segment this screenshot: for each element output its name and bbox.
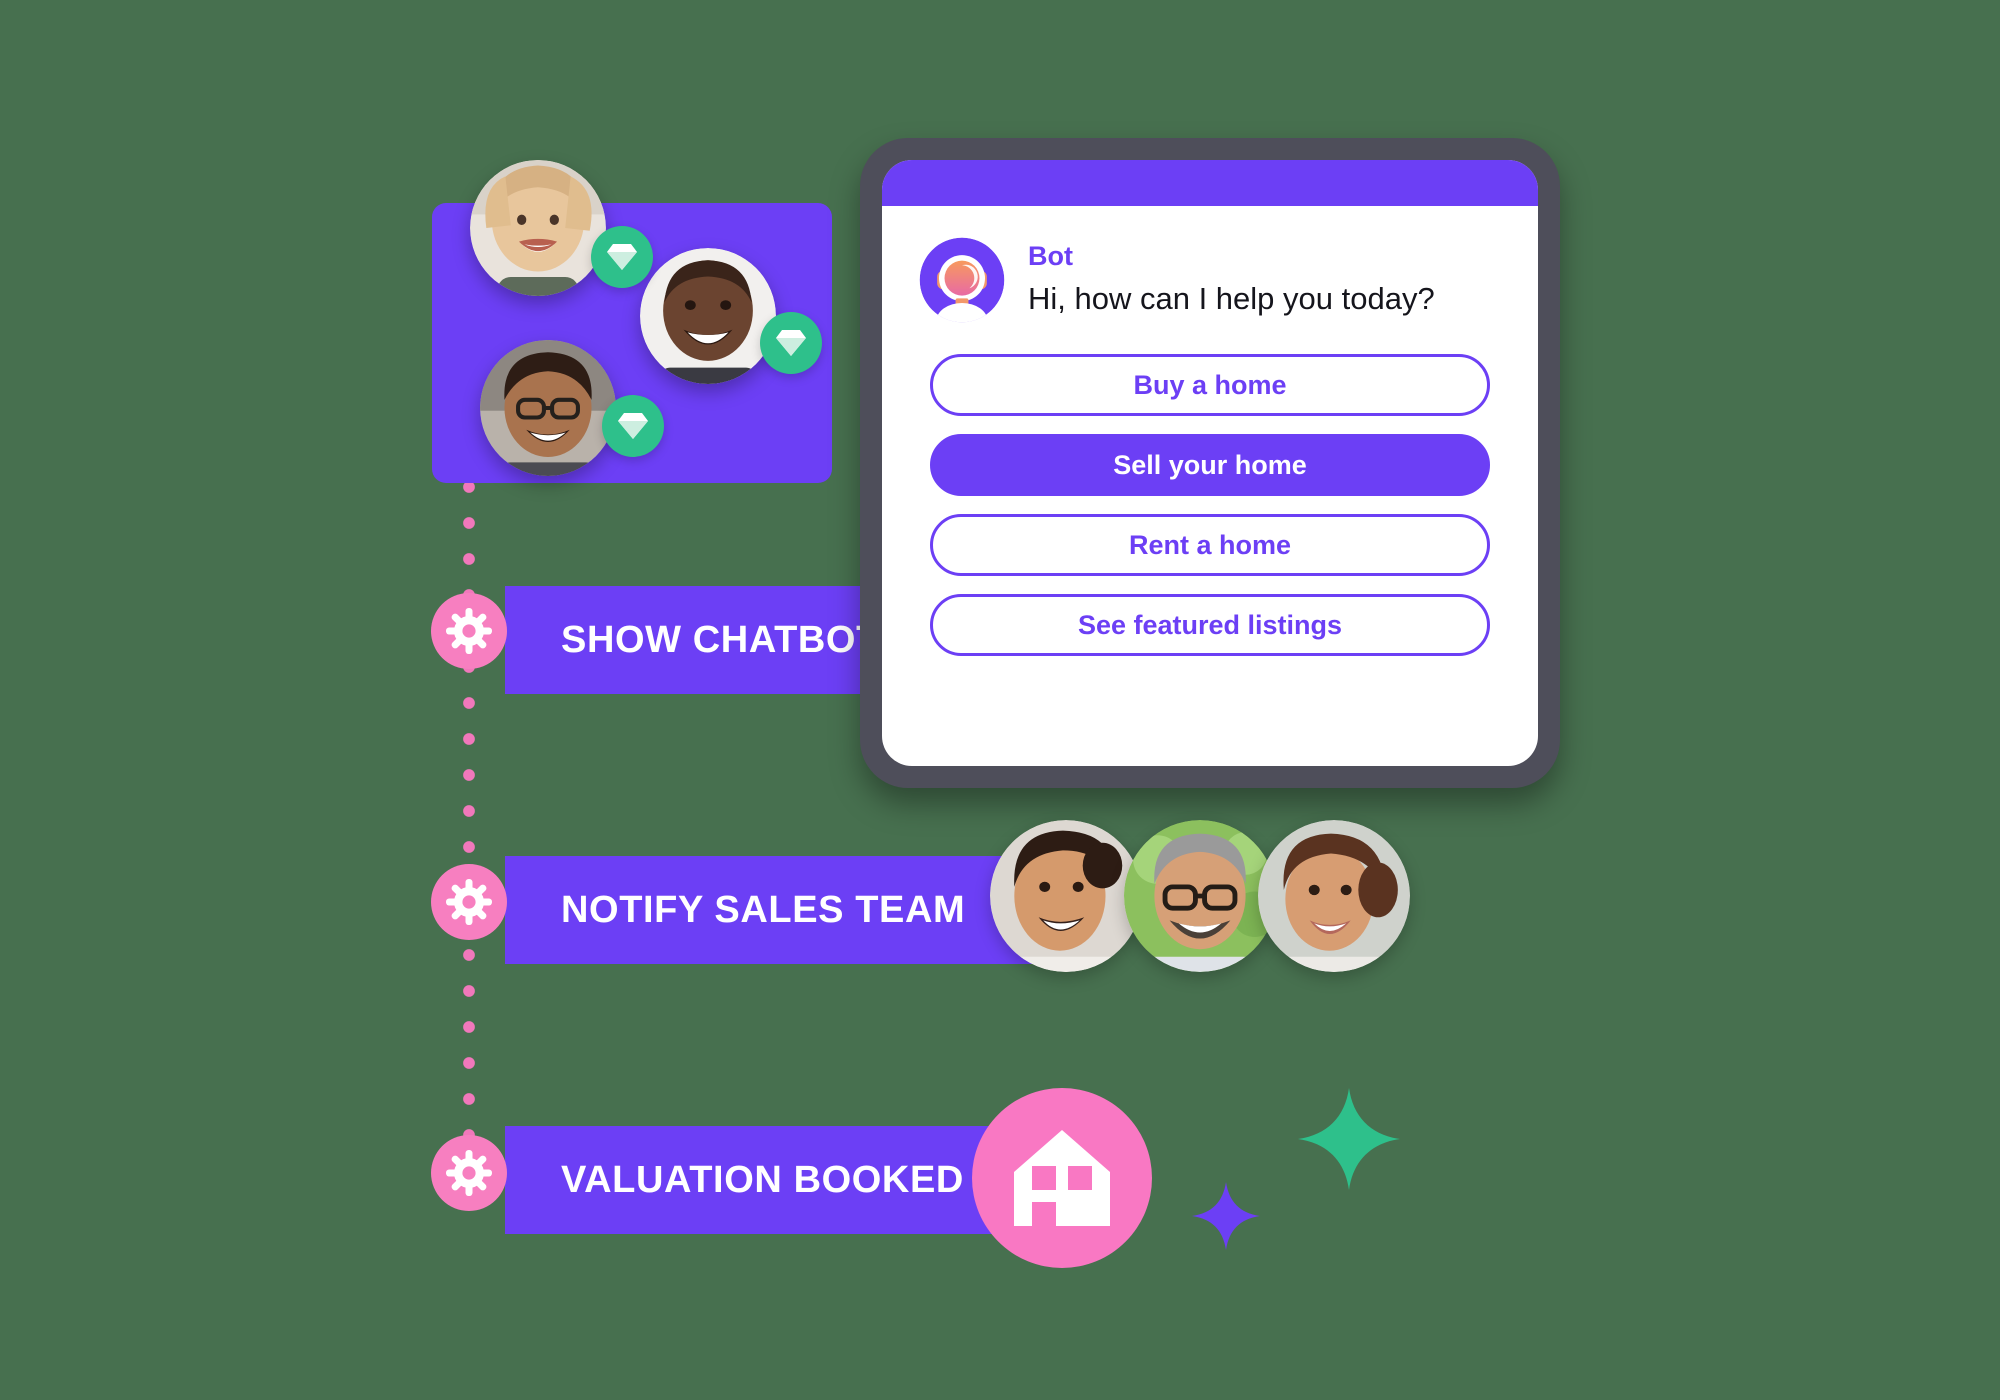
workflow-dotted-connector <box>462 480 476 1180</box>
chat-choice-see-featured-listings[interactable]: See featured listings <box>930 594 1490 656</box>
chat-device-frame: Bot Hi, how can I help you today? Buy a … <box>860 138 1560 788</box>
bot-text-block: Bot Hi, how can I help you today? <box>1028 234 1435 320</box>
short-curly-hair-woman-avatar <box>1258 820 1410 972</box>
illustration-stage: SHOW CHATBOT NOTIFY SALES TEAM VALUATION… <box>0 0 2000 1400</box>
avatar <box>1258 820 1410 972</box>
gem-diamond-badge <box>760 312 822 374</box>
man-with-glasses-avatar <box>480 340 616 476</box>
gem-diamond-badge <box>591 226 653 288</box>
smiling-man-avatar <box>640 248 776 384</box>
workflow-step-label: SHOW CHATBOT <box>561 618 880 661</box>
sparkle-decoration <box>1190 1180 1262 1257</box>
sparkle-icon <box>1192 1182 1260 1250</box>
gear-badge[interactable] <box>431 864 507 940</box>
chat-choice-rent-a-home[interactable]: Rent a home <box>930 514 1490 576</box>
bot-message-header: Bot Hi, how can I help you today? <box>916 234 1504 326</box>
bearded-man-glasses-avatar <box>1124 820 1276 972</box>
chat-topbar <box>882 160 1538 206</box>
gem-diamond-icon <box>776 330 806 356</box>
gear-icon <box>446 1150 492 1196</box>
chat-body: Bot Hi, how can I help you today? Buy a … <box>882 206 1538 656</box>
valuation-house-badge <box>972 1088 1152 1268</box>
sparkle-icon <box>1298 1088 1400 1190</box>
curly-hair-woman-avatar <box>990 820 1142 972</box>
chat-quick-replies: Buy a home Sell your home Rent a home Se… <box>916 354 1504 656</box>
gear-icon <box>446 879 492 925</box>
gem-diamond-icon <box>607 244 637 270</box>
avatar <box>640 248 776 384</box>
gem-diamond-icon <box>618 413 648 439</box>
bot-headset-avatar-icon <box>919 237 1005 323</box>
bot-name: Bot <box>1028 241 1073 271</box>
workflow-step-label: VALUATION BOOKED <box>561 1158 964 1201</box>
house-icon <box>1014 1130 1110 1228</box>
chat-choice-buy-a-home[interactable]: Buy a home <box>930 354 1490 416</box>
chat-screen: Bot Hi, how can I help you today? Buy a … <box>882 160 1538 766</box>
gear-badge[interactable] <box>431 593 507 669</box>
sales-team-avatars <box>990 820 1410 972</box>
chat-choice-sell-your-home[interactable]: Sell your home <box>930 434 1490 496</box>
gear-icon <box>446 608 492 654</box>
avatar <box>990 820 1142 972</box>
gear-badge[interactable] <box>431 1135 507 1211</box>
workflow-step-notify-sales-team[interactable]: NOTIFY SALES TEAM <box>505 856 1053 964</box>
workflow-step-show-chatbot[interactable]: SHOW CHATBOT <box>505 586 905 694</box>
avatar <box>480 340 616 476</box>
bot-message: Hi, how can I help you today? <box>1028 280 1435 316</box>
blonde-woman-avatar <box>470 160 606 296</box>
avatar <box>470 160 606 296</box>
workflow-step-valuation-booked[interactable]: VALUATION BOOKED <box>505 1126 1025 1234</box>
workflow-step-label: NOTIFY SALES TEAM <box>561 888 966 931</box>
avatar <box>1124 820 1276 972</box>
sparkle-decoration <box>1295 1085 1403 1198</box>
gem-diamond-badge <box>602 395 664 457</box>
